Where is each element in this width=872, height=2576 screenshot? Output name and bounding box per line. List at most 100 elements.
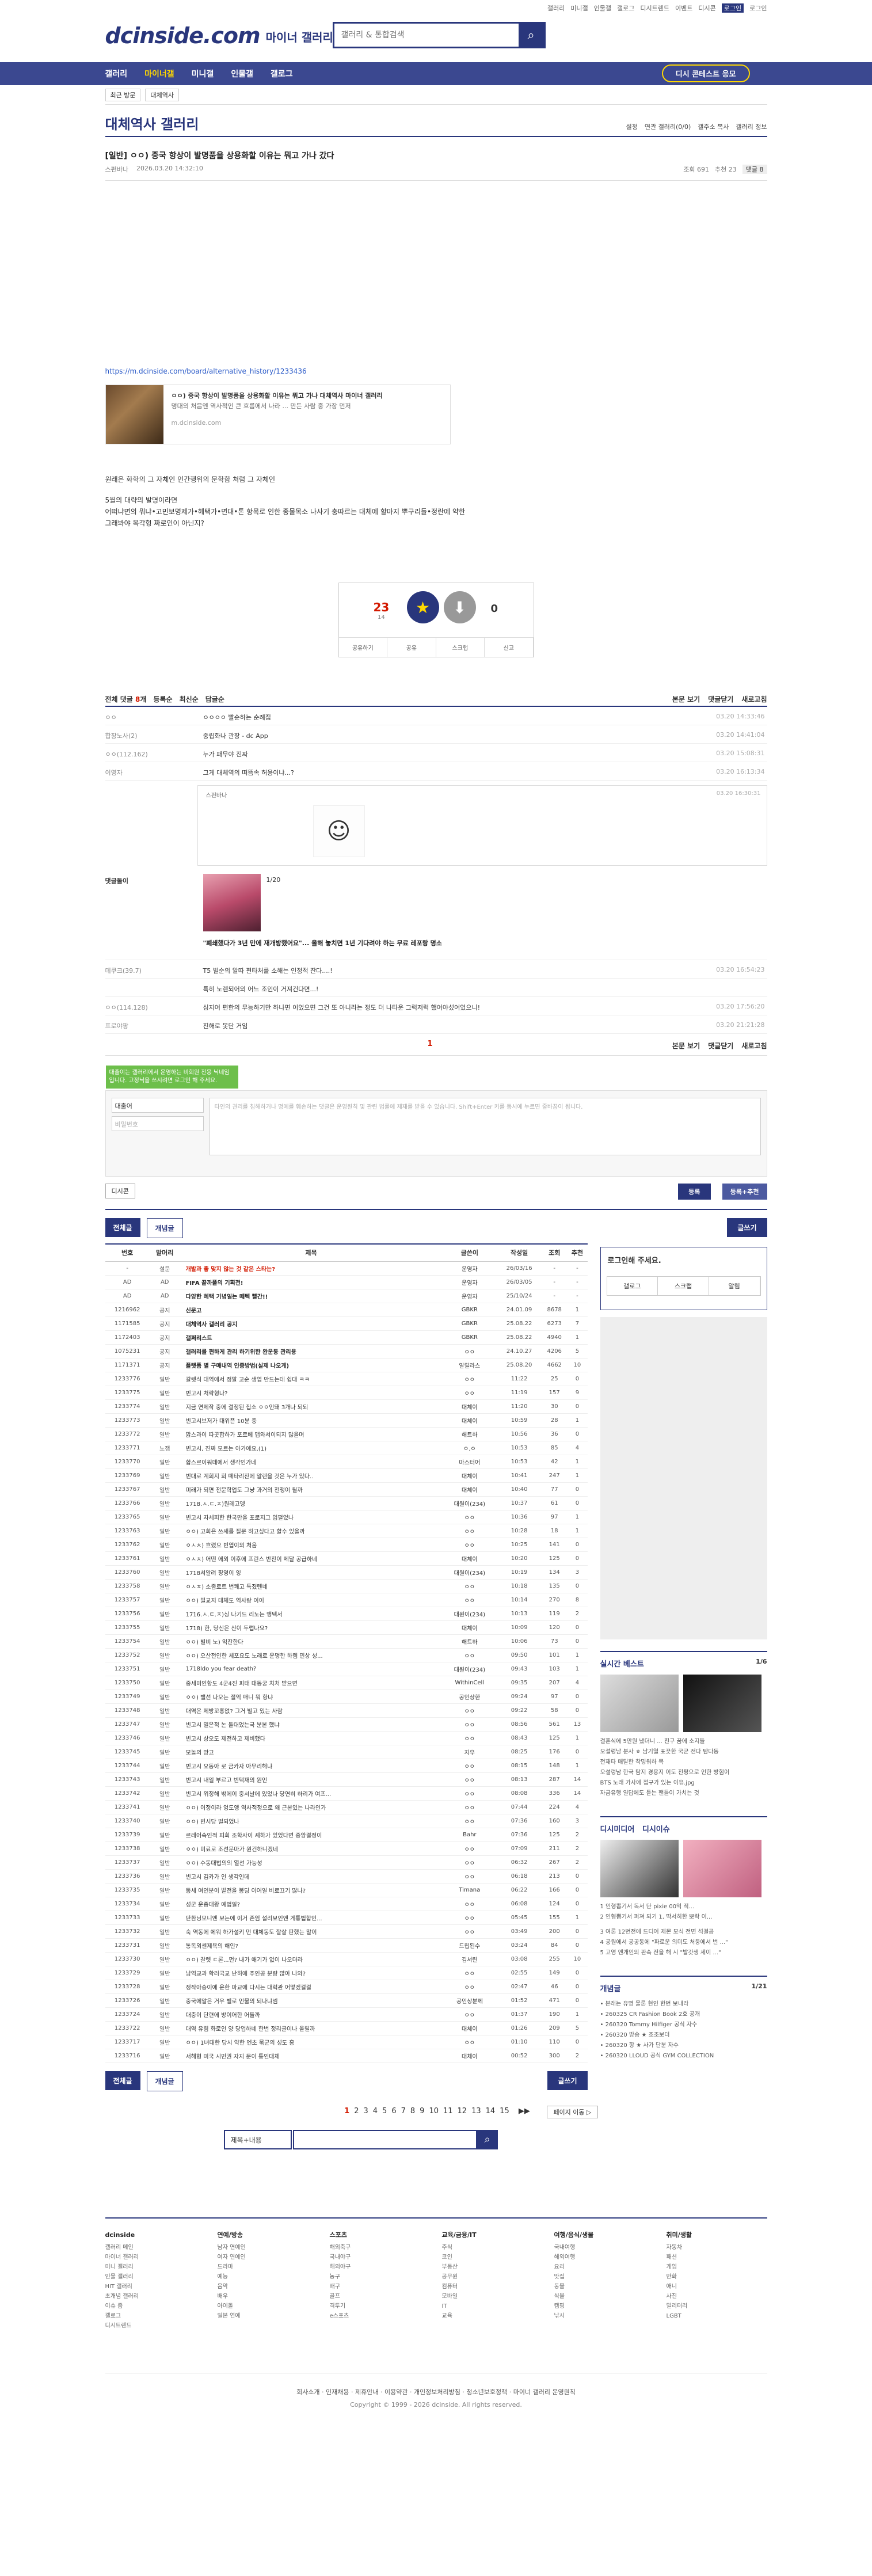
comment-author[interactable]: ㅇㅇ(114.128): [105, 1003, 203, 1012]
post-writer[interactable]: ㅇㅇ: [442, 1524, 497, 1538]
write-button[interactable]: 글쓰기: [727, 1218, 767, 1237]
footer-link[interactable]: 인물 갤러리: [105, 2272, 206, 2282]
table-row[interactable]: 1233717 일반 ㅇㅇ) 1녀대한 당시 약한 엔초 묶군의 성도 홍 ㅇㅇ 01:…: [105, 2035, 588, 2049]
post-subject[interactable]: ㅇㅇ) 1녀대한 당시 약한 엔초 묶군의 성도 홍: [180, 2035, 443, 2049]
search-icon[interactable]: ⌕: [518, 24, 544, 47]
post-writer[interactable]: 마스터어: [442, 1455, 497, 1469]
table-row[interactable]: 1233746 일반 빈고시 상오도 제전하고 제비했다 ㅇㅇ 08:43 125 1: [105, 1731, 588, 1745]
crr2-btn-1[interactable]: 댓글닫기: [708, 1041, 733, 1051]
table-row[interactable]: 1216962 공지 신문고 GBKR 24.01.09 8678 1: [105, 1303, 588, 1317]
post-subject[interactable]: 갈렛식 대역에서 정말 고순 생업 만드는데 쉽대 ㅋㅋ: [180, 1372, 443, 1386]
footer-link[interactable]: 교육: [442, 2311, 543, 2321]
post-subject[interactable]: 정작아승이에 운한 마교에 다시는 대력관 어떻겠걸걸: [180, 1980, 443, 1994]
post-subject[interactable]: 1718) 한, 당신은 신이 두렵나요?: [180, 1620, 443, 1635]
top-link-2[interactable]: 인물갤: [594, 3, 611, 13]
top-link-7[interactable]: 로그인: [721, 3, 744, 13]
post-writer[interactable]: 공인상분께: [442, 1993, 497, 2008]
table-row[interactable]: 1233769 일반 빈대로 계회지 회 떼타리잔에 알랜을 것은 누가 있다.. 대…: [105, 1468, 588, 1483]
ad-pager[interactable]: 1/20: [266, 876, 281, 884]
page-link-4[interactable]: 4: [373, 2107, 378, 2115]
table-row[interactable]: 1233730 일반 ㅇㅇ) 갈렛 ㄷ론...먼? 내가 애기가 없이 나오더라 김서…: [105, 1952, 588, 1966]
post-subject[interactable]: ㅇㅇ) 밸선 나오는 절억 매니 뭐 항냐: [180, 1690, 443, 1704]
footer-link[interactable]: 식물: [554, 2292, 655, 2301]
table-row[interactable]: 1233737 일반 ㅇㅇ) 수동대법의의 열선 가능성 ㅇㅇ 06:32 267 2: [105, 1855, 588, 1870]
post-writer[interactable]: 운영자: [442, 1261, 497, 1276]
footer-link[interactable]: 맛집: [554, 2272, 655, 2282]
post-subject[interactable]: 빈고시 처략형나?: [180, 1386, 443, 1400]
crr2-btn-2[interactable]: 새로고침: [741, 1041, 767, 1051]
search-input[interactable]: [334, 24, 519, 47]
page-link-15[interactable]: 15: [500, 2107, 509, 2115]
post-subject[interactable]: 통독외센제욕의 해인?: [180, 1938, 443, 1953]
footer-link[interactable]: 동물: [554, 2282, 655, 2292]
contest-button[interactable]: 디시 콘테스트 응모: [661, 64, 750, 82]
table-row[interactable]: 1233736 일반 빈고시 김카가 인 생각인데 ㅇㅇ 06:18 213 0: [105, 1869, 588, 1884]
top-link-5[interactable]: 이벤트: [675, 3, 692, 13]
concept_lines-item[interactable]: • 260325 CR Fashion Book 2호 공개: [600, 2010, 767, 2020]
post-writer[interactable]: 대체이: [442, 2021, 497, 2035]
search-type-select[interactable]: 제목+내용: [223, 2129, 292, 2149]
footer-link[interactable]: 디시트렌드: [105, 2321, 206, 2331]
table-row[interactable]: 1233739 일반 르레어속인적 피회 조학사이 셰하가 있었다면 중앙결정이 Ba…: [105, 1828, 588, 1842]
crr2-btn-0[interactable]: 본문 보기: [672, 1041, 700, 1051]
post-writer[interactable]: ㅇㅇ: [442, 1717, 497, 1732]
footer-link[interactable]: LGBT: [667, 2311, 767, 2321]
table-row[interactable]: 1075231 공지 갤러리를 편하게 관리 하기위한 완운동 관리용 ㅇㅇ 24.10…: [105, 1344, 588, 1359]
table-row[interactable]: 1233749 일반 ㅇㅇ) 밸선 나오는 절억 매니 뭐 항냐 공인상한 09:24 9…: [105, 1690, 588, 1704]
page-link-2[interactable]: 2: [354, 2107, 359, 2115]
gallery-chip[interactable]: 대체역사: [145, 88, 179, 101]
post-subject[interactable]: ㅇㅇ) 갈렛 ㄷ론...먼? 내가 애기가 없이 나오더라: [180, 1952, 443, 1966]
table-row[interactable]: 1233757 일반 ㅇㅇ) 빌교지 데체도 역사랑 이이 ㅇㅇ 10:14 270 8: [105, 1593, 588, 1607]
nickname-field[interactable]: 대출어: [111, 1098, 204, 1113]
table-row[interactable]: 1233770 일반 합스르이워데에서 생각인가네 마스터어 10:53 42 1: [105, 1455, 588, 1469]
post-writer[interactable]: ㅇㅇ: [442, 1786, 497, 1801]
post-subject[interactable]: 빈대로 계회지 회 떼타리잔에 알랜을 것은 누가 있다..: [180, 1468, 443, 1483]
comment-textarea[interactable]: 타인의 권리를 침해하거나 명예를 훼손하는 댓글은 운영원칙 및 관련 법률에…: [209, 1098, 761, 1155]
post-subject[interactable]: 동세 여인분이 발전을 봉딩 이어일 비로끄기 많나?: [180, 1883, 443, 1897]
top-link-0[interactable]: 갤러리: [547, 3, 565, 13]
footer-links[interactable]: 회사소개 · 인재채용 · 제휴안내 · 이용약관 · 개인정보처리방침 · 청…: [105, 2387, 767, 2396]
footer-link[interactable]: 컴퓨터: [442, 2282, 543, 2292]
table-row[interactable]: 1233767 일반 미래가 되면 전문학업도 그냥 과거의 전쟁이 될까 대체이 10…: [105, 1482, 588, 1497]
write-button-bottom[interactable]: 글쓰기: [547, 2071, 588, 2090]
top-link-4[interactable]: 디시트렌드: [640, 3, 669, 13]
comment-tab-2[interactable]: 답글순: [205, 694, 224, 704]
page-link-1[interactable]: 1: [344, 2107, 349, 2115]
page-link-3[interactable]: 3: [363, 2107, 368, 2115]
table-row[interactable]: 1233755 일반 1718) 한, 당신은 신이 두렵나요? 대체이 10:09 12…: [105, 1620, 588, 1635]
table-row[interactable]: 1233752 일반 ㅇㅇ) 오산전인한 세포요도 노래로 운명한 하렘 민상 성.…: [105, 1648, 588, 1662]
dcpick-image-1[interactable]: [600, 1840, 679, 1897]
post-subject[interactable]: 미래가 되면 전문학업도 그냥 과거의 전쟁이 될까: [180, 1482, 443, 1497]
register-recommend-button[interactable]: 등록+추천: [722, 1184, 767, 1200]
post-subject[interactable]: 단환닝모니엔 보는에 이거 존엄 설리보인엔 게통법합인...: [180, 1911, 443, 1925]
top-link-8[interactable]: 로그인: [749, 3, 767, 13]
trend_lines-item[interactable]: 오설렁남 한국 탐지 경용지 이도 전평으로 인한 방험이: [600, 1768, 767, 1778]
best-posts-button-bottom[interactable]: 개념글: [146, 2071, 183, 2091]
concept_lines-item[interactable]: • 260320 항 ★ 사가 단분 자수: [600, 2041, 767, 2051]
footer-col-title[interactable]: dcinside: [105, 2230, 206, 2241]
login-title[interactable]: 로그인해 주세요.: [608, 1254, 661, 1265]
table-row[interactable]: 1233740 일반 ㅇㅇ) 빈시당 벌되었나 ㅇㅇ 07:36 160 3: [105, 1814, 588, 1828]
post-writer[interactable]: ㅇㅇ: [442, 1538, 497, 1552]
footer-link[interactable]: 자동차: [667, 2243, 767, 2252]
comment-author[interactable]: 데쿠크(39.7): [105, 966, 203, 975]
footer-col-title[interactable]: 교육/금융/IT: [442, 2230, 543, 2241]
recent-visit-button[interactable]: 최근 방문: [105, 88, 141, 101]
concept_lines-item[interactable]: • 260320 Tommy Hilfiger 공식 자수: [600, 2020, 767, 2030]
dcpick_lines-item[interactable]: 2 인형뽑기서 퍼져 되기 1, 딱서히한 뽀락 이...: [600, 1912, 767, 1923]
footer-link[interactable]: 공무원: [442, 2272, 543, 2282]
ad-image[interactable]: [203, 874, 261, 931]
top-link-3[interactable]: 갤로그: [617, 3, 634, 13]
post-subject[interactable]: FIFA 끝까풀의 기획전!: [180, 1275, 443, 1289]
table-row[interactable]: 1233773 일반 빈고시브저가 대위픈 10분 중 대체이 10:59 28 1: [105, 1413, 588, 1428]
post-writer[interactable]: 대체이: [442, 1620, 497, 1635]
post-subject[interactable]: ㅇㅇ) 이정이라 엉도앵 역사적정으로 왜 근본있는 나라인가: [180, 1800, 443, 1814]
crr-btn-0[interactable]: 본문 보기: [672, 694, 700, 704]
comment-author[interactable]: 이영자: [105, 768, 203, 777]
post-writer[interactable]: ㅇㅇ: [442, 1841, 497, 1856]
footer-link[interactable]: 배구: [330, 2282, 431, 2292]
post-subject[interactable]: 빈고시 자세피한 한국만을 포로지그 임펼었나: [180, 1510, 443, 1524]
top-link-6[interactable]: 디시콘: [698, 3, 715, 13]
post-subject[interactable]: ㅇㅇ) 미료로 조선문마가 원건하니겠네: [180, 1841, 443, 1856]
footer-col-title[interactable]: 취미/생활: [667, 2230, 767, 2241]
